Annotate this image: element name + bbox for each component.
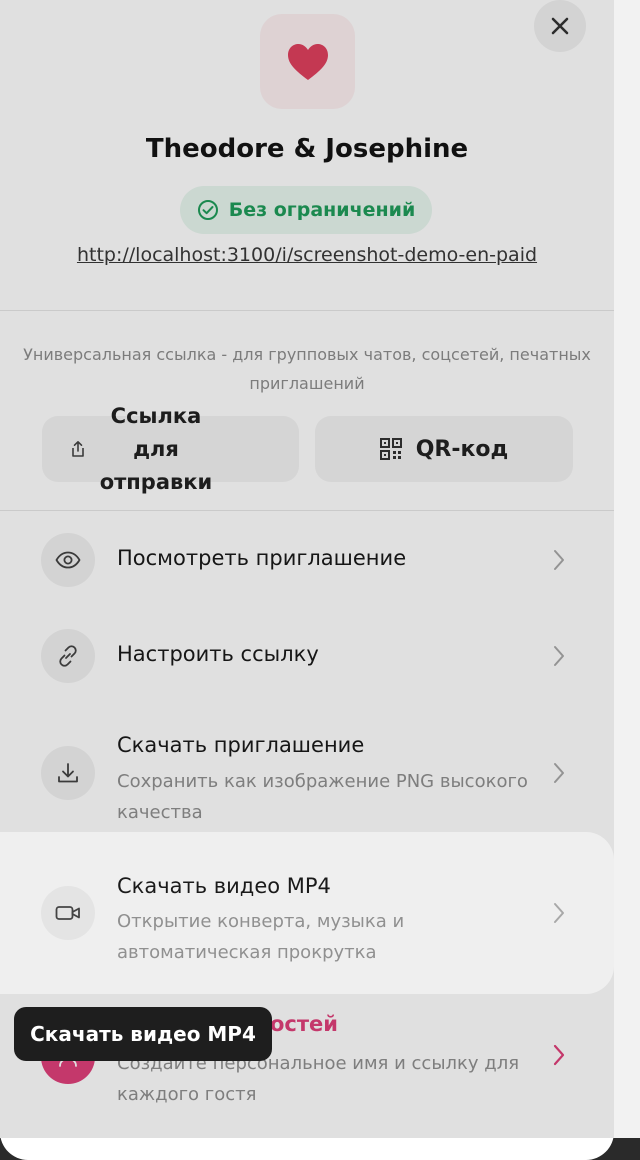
menu-item-icon-wrap — [41, 886, 95, 940]
menu-item-title: Скачать видео MP4 — [117, 874, 331, 898]
menu-item-subtitle: Открытие конверта, музыка и автоматическ… — [117, 911, 405, 963]
tooltip-text: Скачать видео MP4 — [30, 1022, 256, 1046]
video-icon — [55, 906, 80, 920]
chevron-right-icon — [554, 903, 564, 923]
tooltip: Скачать видео MP4 — [14, 1007, 272, 1061]
menu-item-download-video[interactable]: Скачать видео MP4 Открытие конверта, муз… — [0, 832, 614, 994]
side-backdrop — [614, 0, 640, 1138]
